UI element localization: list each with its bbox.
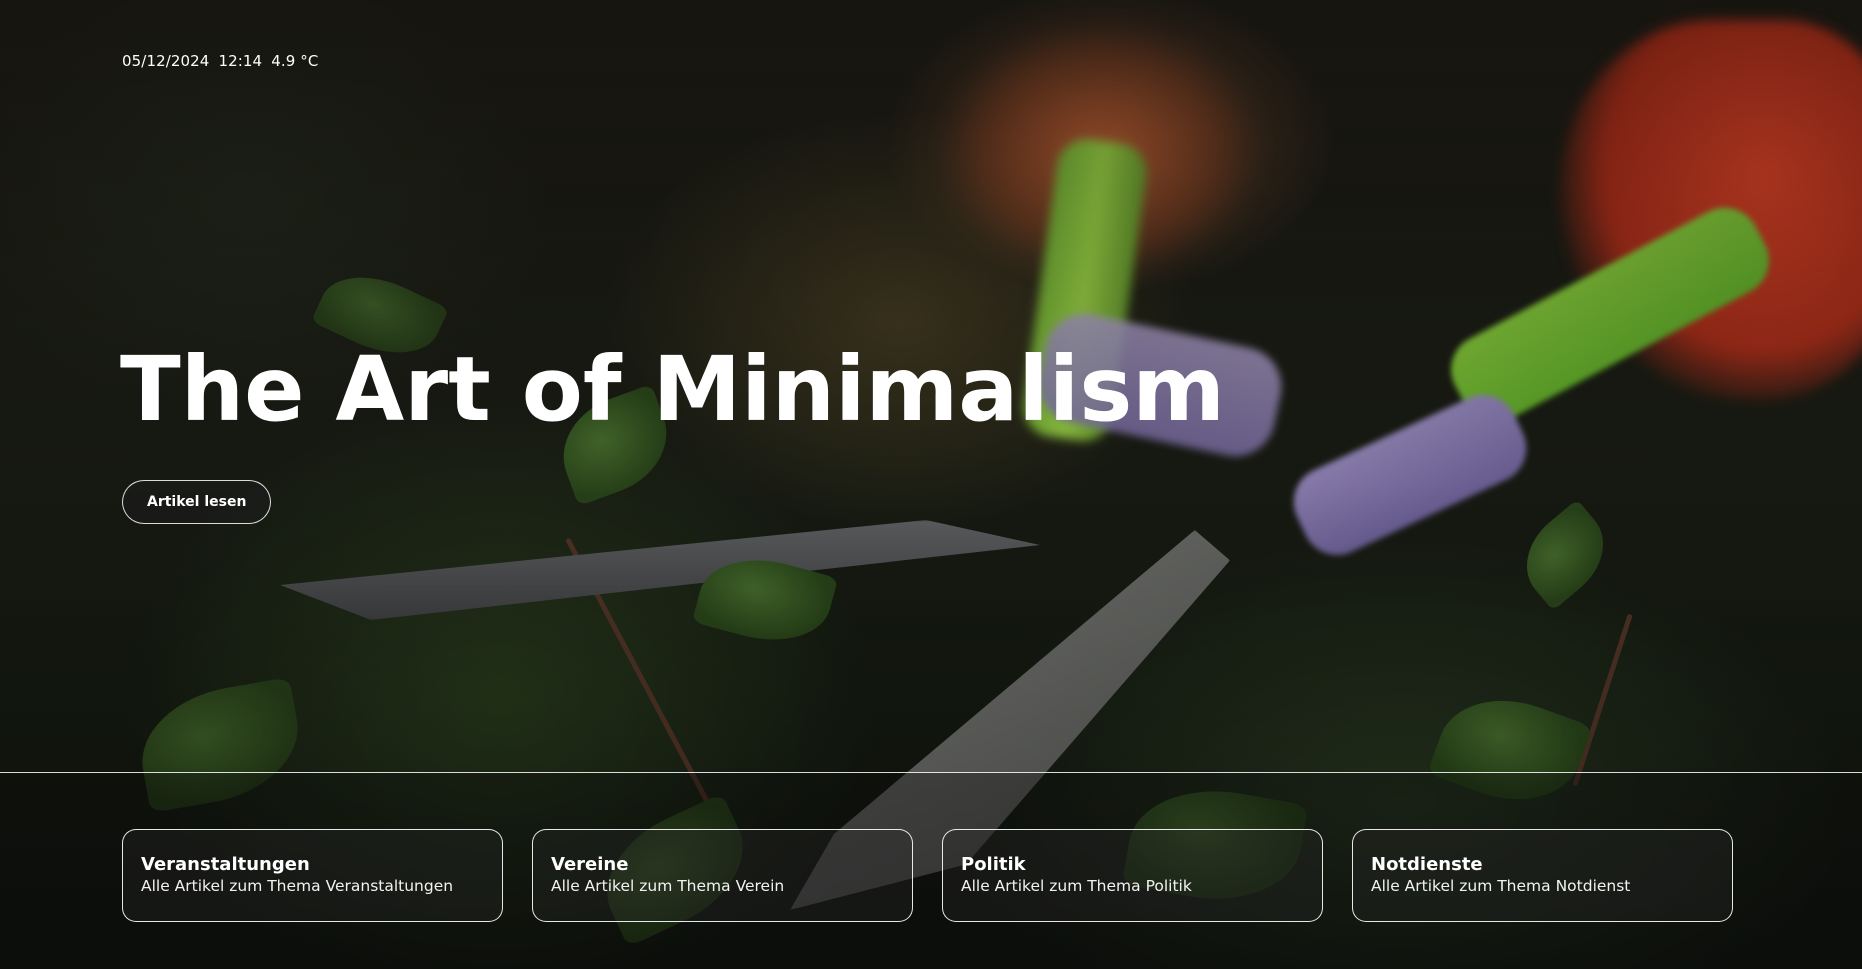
category-card-politik[interactable]: Politik Alle Artikel zum Thema Politik xyxy=(942,829,1323,922)
category-card-title: Politik xyxy=(961,854,1026,875)
read-article-button[interactable]: Artikel lesen xyxy=(122,480,272,524)
category-card-notdienste[interactable]: Notdienste Alle Artikel zum Thema Notdie… xyxy=(1352,829,1733,922)
category-card-subtitle: Alle Artikel zum Thema Veranstaltungen xyxy=(141,877,454,895)
category-cards: Veranstaltungen Alle Artikel zum Thema V… xyxy=(122,829,1733,922)
category-card-title: Veranstaltungen xyxy=(141,854,310,875)
time-display: 12:14 xyxy=(218,52,263,70)
category-card-subtitle: Alle Artikel zum Thema Verein xyxy=(551,877,785,895)
status-bar: 05/12/2024 12:14 4.9 °C xyxy=(122,52,318,70)
hero-section: 05/12/2024 12:14 4.9 °C The Art of Minim… xyxy=(0,0,1862,969)
category-card-subtitle: Alle Artikel zum Thema Politik xyxy=(961,877,1192,895)
date-display: 05/12/2024 xyxy=(122,52,210,70)
temperature-display: 4.9 °C xyxy=(271,52,319,70)
hero-title: The Art of Minimalism xyxy=(120,337,1226,441)
category-card-title: Notdienste xyxy=(1371,854,1483,875)
category-card-subtitle: Alle Artikel zum Thema Notdienst xyxy=(1371,877,1631,895)
category-card-vereine[interactable]: Vereine Alle Artikel zum Thema Verein xyxy=(532,829,913,922)
category-card-title: Vereine xyxy=(551,854,629,875)
category-card-veranstaltungen[interactable]: Veranstaltungen Alle Artikel zum Thema V… xyxy=(122,829,503,922)
